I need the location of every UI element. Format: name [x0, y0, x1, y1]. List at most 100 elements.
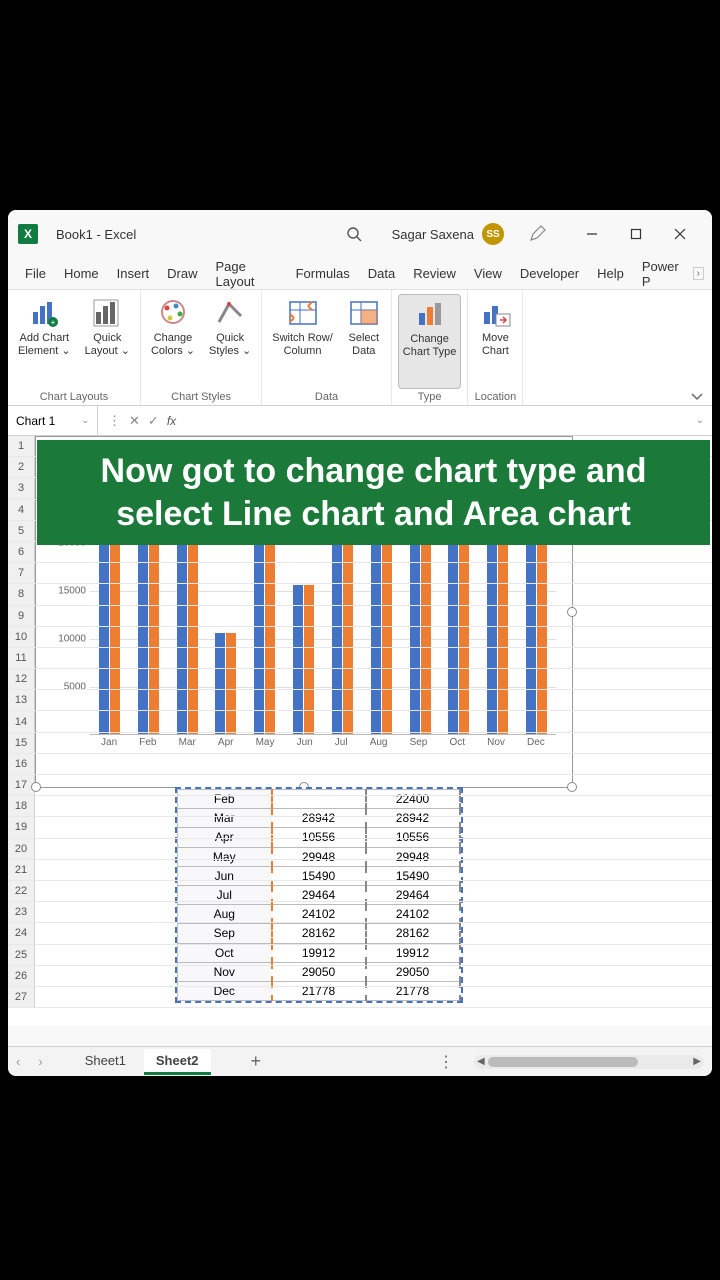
- ribbon-icon: [478, 296, 512, 330]
- maximize-button[interactable]: [614, 214, 658, 254]
- formula-bar: Chart 1 ⌄ ⋮ ✕ ✓ fx ⌄: [8, 406, 712, 436]
- row-header[interactable]: 3: [8, 478, 35, 499]
- row-header[interactable]: 26: [8, 966, 35, 987]
- excel-window: X Book1 - Excel Sagar Saxena SS File Hom…: [8, 210, 712, 1076]
- app-icon: X: [18, 224, 38, 244]
- ribbon-label: Quick Styles ⌄: [209, 332, 251, 358]
- close-button[interactable]: [658, 214, 702, 254]
- ribbon-tabs: File Home Insert Draw Page Layout Formul…: [8, 258, 712, 290]
- tab-insert[interactable]: Insert: [108, 258, 159, 290]
- ribbon-quick-layout-button[interactable]: Quick Layout ⌄: [81, 294, 134, 389]
- tab-home[interactable]: Home: [55, 258, 108, 290]
- sheet-tab-1[interactable]: Sheet1: [73, 1049, 138, 1075]
- row-header[interactable]: 7: [8, 563, 35, 584]
- ribbon-icon: [286, 296, 320, 330]
- ribbon-change-chart-type-button[interactable]: Change Chart Type: [398, 294, 462, 389]
- ribbon-icon: +: [27, 296, 61, 330]
- avatar[interactable]: SS: [482, 223, 504, 245]
- overlay-caption: Now got to change chart type and select …: [37, 440, 710, 545]
- row-header[interactable]: 15: [8, 733, 35, 754]
- row-header[interactable]: 1: [8, 436, 35, 457]
- ribbon-label: Move Chart: [482, 332, 509, 358]
- row-header[interactable]: 21: [8, 860, 35, 881]
- ribbon-move-chart-button[interactable]: Move Chart: [474, 294, 516, 389]
- fx-icon[interactable]: fx: [167, 414, 176, 428]
- ribbon-quick-styles-button[interactable]: Quick Styles ⌄: [205, 294, 255, 389]
- row-header[interactable]: 23: [8, 902, 35, 923]
- expand-formula-icon[interactable]: ⌄: [688, 415, 712, 426]
- row-header[interactable]: 24: [8, 923, 35, 944]
- tab-data[interactable]: Data: [359, 258, 404, 290]
- ribbon-icon: [347, 296, 381, 330]
- horizontal-scrollbar[interactable]: ◀ ▶: [474, 1055, 704, 1069]
- collapse-ribbon-icon[interactable]: [690, 391, 704, 401]
- ribbon-group-label: Chart Layouts: [40, 391, 108, 403]
- minimize-button[interactable]: [570, 214, 614, 254]
- chevron-down-icon[interactable]: ⌄: [81, 415, 89, 426]
- formula-input[interactable]: [186, 406, 687, 435]
- ribbon-icon: [413, 297, 447, 331]
- more-options-icon[interactable]: ⋮: [438, 1052, 454, 1072]
- ribbon-group-label: Data: [315, 391, 338, 403]
- row-header[interactable]: 22: [8, 881, 35, 902]
- window-title: Book1 - Excel: [56, 227, 136, 242]
- tab-file[interactable]: File: [16, 258, 55, 290]
- tab-review[interactable]: Review: [404, 258, 465, 290]
- scrollbar-thumb[interactable]: [488, 1057, 638, 1067]
- name-box[interactable]: Chart 1 ⌄: [8, 406, 98, 435]
- name-box-value: Chart 1: [16, 414, 55, 428]
- ribbon-switch-row-column-button[interactable]: Switch Row/ Column: [268, 294, 337, 389]
- titlebar: X Book1 - Excel Sagar Saxena SS: [8, 210, 712, 258]
- ribbon: +Add Chart Element ⌄Quick Layout ⌄ Chart …: [8, 290, 712, 406]
- tab-page-layout[interactable]: Page Layout: [207, 258, 287, 290]
- row-header[interactable]: 9: [8, 606, 35, 627]
- ribbon-add-chart-element-button[interactable]: +Add Chart Element ⌄: [14, 294, 75, 389]
- add-sheet-button[interactable]: +: [251, 1051, 262, 1072]
- row-header[interactable]: 19: [8, 817, 35, 838]
- row-header[interactable]: 11: [8, 648, 35, 669]
- ribbon-select-data-button[interactable]: Select Data: [343, 294, 385, 389]
- row-header[interactable]: 16: [8, 754, 35, 775]
- row-header[interactable]: 27: [8, 987, 35, 1008]
- row-header[interactable]: 5: [8, 521, 35, 542]
- row-header[interactable]: 6: [8, 542, 35, 563]
- search-icon[interactable]: [346, 226, 362, 242]
- tab-overflow-icon[interactable]: ›: [693, 267, 704, 280]
- pen-icon[interactable]: [528, 225, 546, 243]
- ribbon-icon: [90, 296, 124, 330]
- prev-sheet-icon[interactable]: ‹: [16, 1054, 20, 1069]
- svg-text:+: +: [51, 318, 56, 327]
- ribbon-change-colors-button[interactable]: Change Colors ⌄: [147, 294, 199, 389]
- row-header[interactable]: 2: [8, 457, 35, 478]
- ribbon-label: Switch Row/ Column: [272, 332, 333, 358]
- tab-developer[interactable]: Developer: [511, 258, 588, 290]
- ribbon-group-label: Type: [418, 391, 442, 403]
- row-header[interactable]: 18: [8, 796, 35, 817]
- scroll-right-icon[interactable]: ▶: [690, 1056, 704, 1067]
- row-header[interactable]: 25: [8, 945, 35, 966]
- ribbon-label: Select Data: [348, 332, 379, 358]
- tab-draw[interactable]: Draw: [158, 258, 206, 290]
- row-header[interactable]: 8: [8, 584, 35, 605]
- worksheet[interactable]: 1234567891011121314151617181920212223242…: [8, 436, 712, 1026]
- tab-help[interactable]: Help: [588, 258, 633, 290]
- enter-icon[interactable]: ✓: [148, 413, 159, 429]
- row-header[interactable]: 13: [8, 690, 35, 711]
- more-icon[interactable]: ⋮: [108, 413, 121, 429]
- tab-power[interactable]: Power P: [633, 258, 693, 290]
- user-name: Sagar Saxena: [392, 227, 474, 242]
- next-sheet-icon[interactable]: ›: [38, 1054, 42, 1069]
- ribbon-group-label: Chart Styles: [171, 391, 231, 403]
- row-header[interactable]: 10: [8, 627, 35, 648]
- row-header[interactable]: 4: [8, 500, 35, 521]
- row-header[interactable]: 14: [8, 711, 35, 732]
- row-header[interactable]: 20: [8, 839, 35, 860]
- ribbon-group-label: Location: [475, 391, 517, 403]
- tab-formulas[interactable]: Formulas: [287, 258, 359, 290]
- sheet-tab-2[interactable]: Sheet2: [144, 1049, 211, 1075]
- cancel-icon[interactable]: ✕: [129, 413, 140, 429]
- scroll-left-icon[interactable]: ◀: [474, 1056, 488, 1067]
- tab-view[interactable]: View: [465, 258, 511, 290]
- row-header[interactable]: 12: [8, 669, 35, 690]
- ribbon-label: Change Chart Type: [403, 333, 457, 359]
